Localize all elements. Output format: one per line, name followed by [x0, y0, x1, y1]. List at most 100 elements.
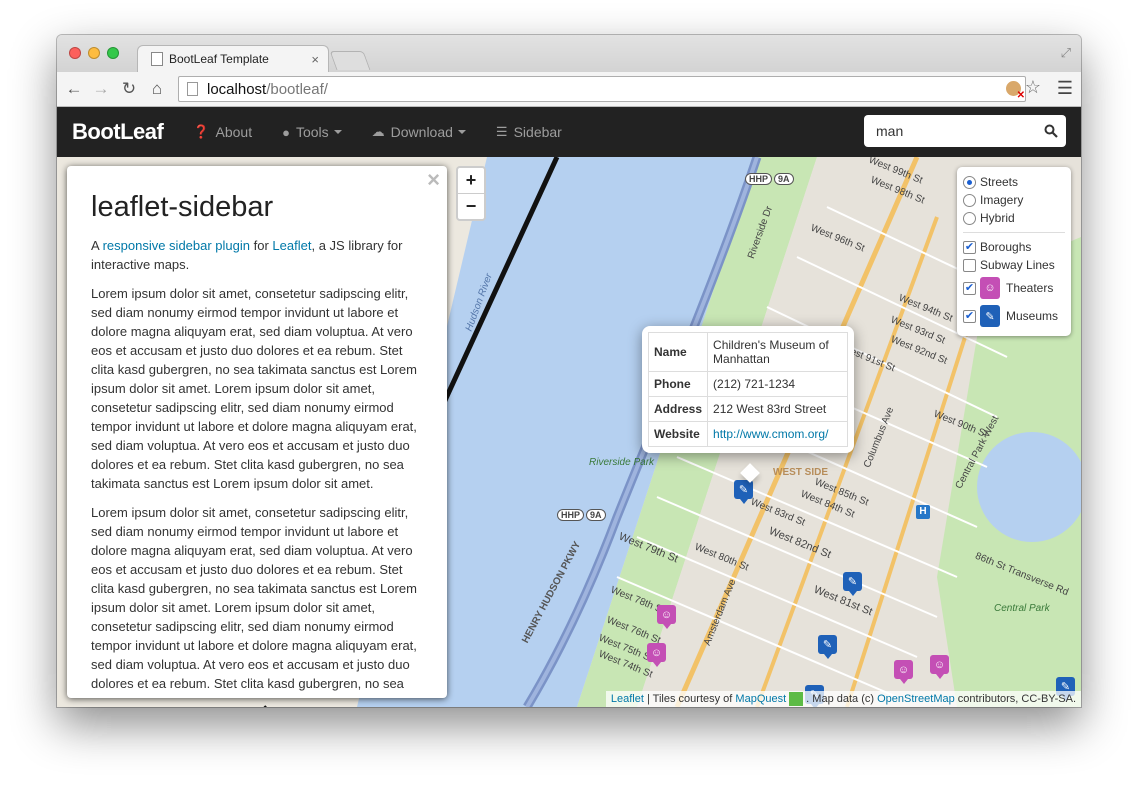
- bookmark-star-icon[interactable]: ☆: [1025, 77, 1041, 98]
- nav-sidebar[interactable]: ☰ Sidebar: [496, 124, 562, 140]
- museum-marker[interactable]: ✎: [818, 635, 837, 659]
- tab-close-icon[interactable]: ×: [311, 52, 319, 67]
- radio-button[interactable]: [963, 211, 976, 225]
- layer-label: Museums: [1006, 309, 1059, 323]
- nav-sidebar-label: Sidebar: [513, 124, 562, 140]
- reload-icon[interactable]: ↻: [118, 78, 140, 100]
- search-input[interactable]: man: [864, 123, 1036, 139]
- overlay-theaters[interactable]: ✔ ☺ Theaters: [963, 274, 1071, 302]
- map-label: WEST SIDE: [773, 467, 829, 478]
- radio-button[interactable]: [963, 175, 976, 189]
- overlay-museums[interactable]: ✔ ✎ Museums: [963, 302, 1071, 330]
- globe-icon: ●: [282, 124, 290, 140]
- popup-value: http://www.cmom.org/: [707, 421, 848, 447]
- nav-about-label: About: [215, 124, 253, 140]
- checkbox[interactable]: ✔: [963, 240, 976, 254]
- browser-window: BootLeaf Template × ⤢ ← → ↻ ⌂ localhost /…: [57, 35, 1081, 707]
- home-icon[interactable]: ⌂: [146, 78, 168, 100]
- base-layer-streets[interactable]: Streets: [963, 173, 1071, 191]
- sidebar-title: leaflet-sidebar: [91, 191, 274, 223]
- theater-marker[interactable]: ☺: [647, 643, 666, 667]
- osm-link[interactable]: OpenStreetMap: [877, 693, 955, 705]
- overlay-boroughs[interactable]: ✔ Boroughs: [963, 238, 1071, 256]
- map-label: Riverside Park: [589, 457, 655, 468]
- search-box[interactable]: man: [864, 115, 1066, 147]
- nav-about[interactable]: ❓ About: [193, 124, 252, 140]
- checkbox[interactable]: [963, 258, 976, 272]
- theater-marker[interactable]: ☺: [894, 660, 913, 684]
- attrib-text: contributors, CC-BY-SA.: [954, 693, 1076, 705]
- highway-shield: 9A: [586, 509, 606, 521]
- highway-shield: HHP: [745, 173, 773, 185]
- window-controls: [69, 47, 119, 59]
- base-layer-imagery[interactable]: Imagery: [963, 191, 1071, 209]
- theater-icon: ☺: [660, 608, 673, 621]
- zoom-window-button[interactable]: [107, 47, 119, 59]
- question-circle-icon: ❓: [193, 124, 210, 139]
- caret-down-icon: [457, 130, 466, 134]
- radio-button[interactable]: [963, 193, 976, 207]
- sidebar-close-icon[interactable]: ×: [427, 167, 440, 193]
- nav-tools[interactable]: ● Tools: [282, 124, 342, 140]
- layer-label: Boroughs: [980, 240, 1032, 254]
- forward-arrow-icon[interactable]: →: [90, 78, 112, 100]
- browser-tab-content[interactable]: BootLeaf Template ×: [143, 47, 323, 71]
- popup-table: Name Children's Museum of Manhattan Phone…: [647, 332, 848, 447]
- brand-logo[interactable]: BootLeaf: [72, 119, 164, 145]
- leaflet-attrib-link[interactable]: Leaflet: [611, 693, 644, 705]
- popup-row: Name Children's Museum of Manhattan: [647, 332, 848, 372]
- base-layer-hybrid[interactable]: Hybrid: [963, 209, 1071, 227]
- overlay-subway-lines[interactable]: Subway Lines: [963, 256, 1071, 274]
- layer-label: Streets: [980, 175, 1019, 189]
- theater-marker[interactable]: ☺: [657, 605, 676, 629]
- sidebar-intro: A responsive sidebar plugin for Leaflet,…: [91, 236, 423, 274]
- layer-label: Theaters: [1006, 281, 1054, 295]
- museum-marker[interactable]: ✎: [734, 480, 753, 504]
- back-arrow-icon[interactable]: ←: [63, 78, 85, 100]
- browser-toolbar: ← → ↻ ⌂ localhost/bootleaf/ ☆ ☰: [57, 72, 1081, 107]
- layer-label: Subway Lines: [980, 258, 1055, 272]
- popup-row: Phone (212) 721-1234: [647, 371, 848, 397]
- hospital-icon: H: [916, 505, 930, 519]
- responsive-sidebar-link[interactable]: responsive sidebar plugin: [103, 238, 250, 253]
- theater-icon: ☺: [897, 663, 910, 676]
- minimize-window-button[interactable]: [88, 47, 100, 59]
- map[interactable]: Hudson River Riverside Dr Riverside Park…: [57, 157, 1081, 707]
- map-label: Central Park: [994, 603, 1050, 614]
- tab-strip: BootLeaf Template × ⤢: [57, 35, 1081, 73]
- zoom-out-button[interactable]: −: [458, 194, 484, 219]
- new-tab-button[interactable]: [329, 51, 371, 70]
- close-window-button[interactable]: [69, 47, 81, 59]
- theater-icon: ☺: [933, 658, 946, 671]
- theater-icon: ☺: [650, 646, 663, 659]
- popup-value: 212 West 83rd Street: [707, 396, 848, 422]
- leaflet-link[interactable]: Leaflet: [272, 238, 311, 253]
- fullscreen-icon[interactable]: ⤢: [1061, 45, 1071, 61]
- menu-icon[interactable]: ☰: [1057, 78, 1073, 99]
- checkbox[interactable]: ✔: [963, 281, 976, 295]
- checkbox[interactable]: ✔: [963, 309, 976, 323]
- zoom-control: + −: [456, 166, 486, 221]
- attrib-text: | Tiles courtesy of: [643, 693, 736, 705]
- leaflet-sidebar: × leaflet-sidebar A responsive sidebar p…: [67, 166, 447, 698]
- url-host: localhost: [207, 80, 267, 98]
- layer-label: Imagery: [980, 193, 1024, 207]
- extension-icon[interactable]: [1006, 81, 1025, 101]
- intro-text: A: [91, 238, 103, 253]
- zoom-in-button[interactable]: +: [458, 168, 484, 194]
- mapquest-link[interactable]: MapQuest: [735, 693, 786, 705]
- museum-icon: ✎: [738, 484, 749, 496]
- popup-key: Website: [647, 421, 709, 447]
- website-link[interactable]: http://www.cmom.org/: [713, 427, 828, 441]
- popup-value: (212) 721-1234: [707, 371, 848, 397]
- popup-key: Phone: [647, 371, 709, 397]
- nav-download[interactable]: ☁ Download: [372, 124, 466, 140]
- theater-icon: ☺: [980, 277, 1000, 299]
- layer-label: Hybrid: [980, 211, 1015, 225]
- intro-text: for: [250, 238, 273, 253]
- address-bar[interactable]: localhost/bootleaf/: [178, 76, 1026, 102]
- theater-marker[interactable]: ☺: [930, 655, 949, 679]
- search-icon[interactable]: [1036, 124, 1066, 138]
- museum-marker[interactable]: ✎: [843, 572, 862, 596]
- app-navbar: BootLeaf ❓ About ● Tools ☁ Download ☰ Si…: [57, 107, 1081, 157]
